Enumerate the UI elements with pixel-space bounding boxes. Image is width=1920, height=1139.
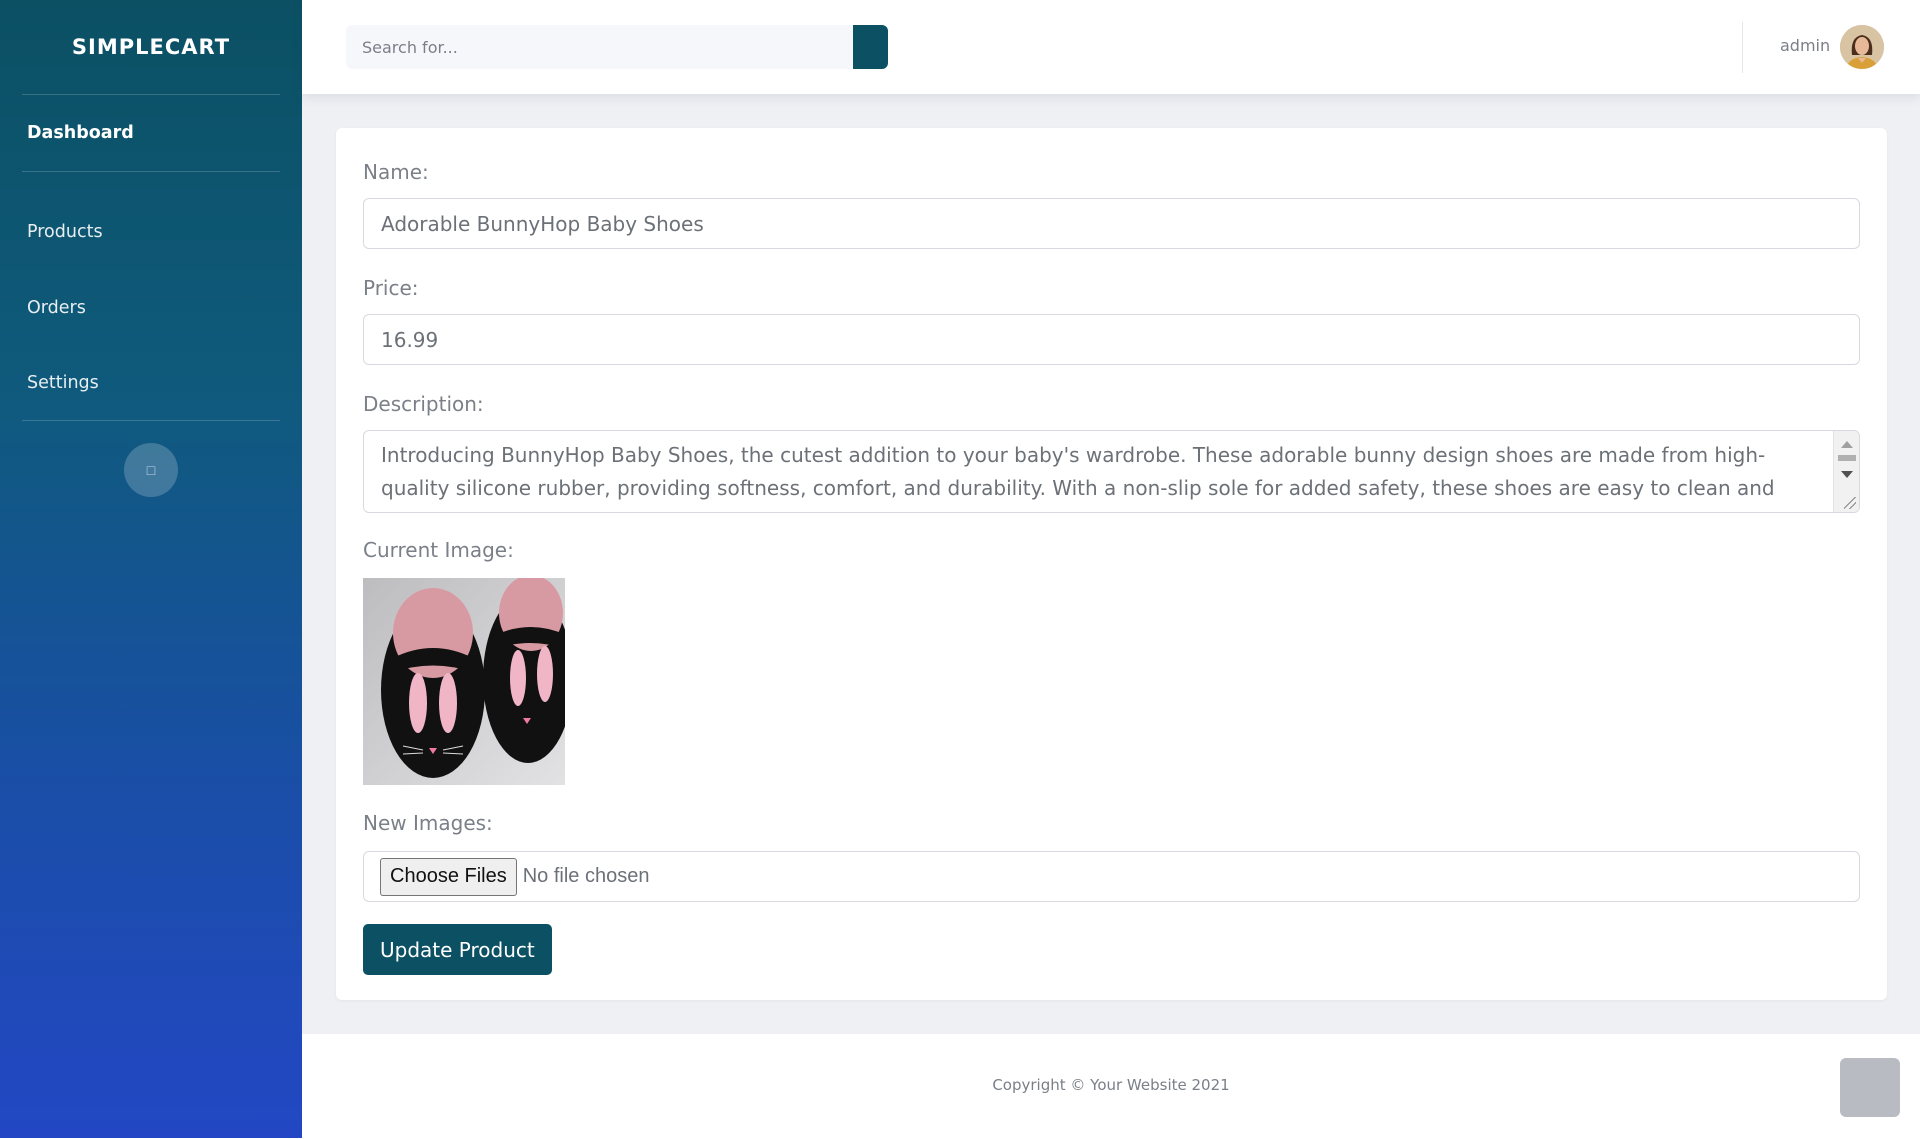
scroll-thumb[interactable] (1838, 455, 1856, 461)
edit-product-card: Name: Adorable BunnyHop Baby Shoes Price… (336, 128, 1887, 1000)
description-label: Description: (363, 392, 484, 416)
user-name[interactable]: admin (1780, 36, 1830, 55)
sidebar-toggle-button[interactable]: □ (124, 443, 178, 497)
price-input[interactable]: 16.99 (363, 314, 1860, 365)
description-textarea[interactable]: Introducing BunnyHop Baby Shoes, the cut… (363, 430, 1860, 513)
price-label: Price: (363, 276, 419, 300)
current-product-image (363, 578, 565, 785)
search-input[interactable] (346, 25, 853, 69)
sidebar-toggle-icon: □ (146, 462, 156, 478)
update-product-button[interactable]: Update Product (363, 924, 552, 975)
search-button[interactable] (853, 25, 888, 69)
new-images-label: New Images: (363, 811, 493, 835)
name-input[interactable]: Adorable BunnyHop Baby Shoes (363, 198, 1860, 249)
name-label: Name: (363, 160, 429, 184)
avatar[interactable] (1840, 25, 1884, 69)
no-file-text: No file chosen (522, 865, 650, 887)
sidebar-item-orders[interactable]: Orders (0, 270, 302, 345)
choose-files-button[interactable]: Choose Files (380, 857, 517, 896)
sidebar-item-settings[interactable]: Settings (0, 345, 302, 420)
sidebar-item-dashboard[interactable]: Dashboard (0, 95, 302, 171)
topbar-divider (1742, 22, 1743, 73)
copyright-text: Copyright © Your Website 2021 (992, 1076, 1230, 1094)
footer: Copyright © Your Website 2021 (302, 1034, 1920, 1138)
scroll-down-icon[interactable] (1841, 471, 1853, 478)
baby-shoes-image (363, 578, 565, 785)
avatar-image (1840, 25, 1884, 69)
current-image-label: Current Image: (363, 538, 514, 562)
search-form (346, 25, 888, 69)
scroll-up-icon[interactable] (1841, 441, 1853, 448)
topbar: admin (302, 0, 1920, 94)
scroll-to-top-button[interactable] (1840, 1058, 1900, 1117)
sidebar-item-products[interactable]: Products (0, 194, 302, 270)
file-input[interactable]: Choose Files No file chosen (363, 851, 1860, 902)
resize-handle-icon[interactable] (1844, 497, 1856, 509)
description-text: Introducing BunnyHop Baby Shoes, the cut… (381, 443, 1775, 512)
sidebar: SIMPLECART Dashboard Products Orders Set… (0, 0, 302, 1138)
brand-logo[interactable]: SIMPLECART (0, 0, 302, 94)
